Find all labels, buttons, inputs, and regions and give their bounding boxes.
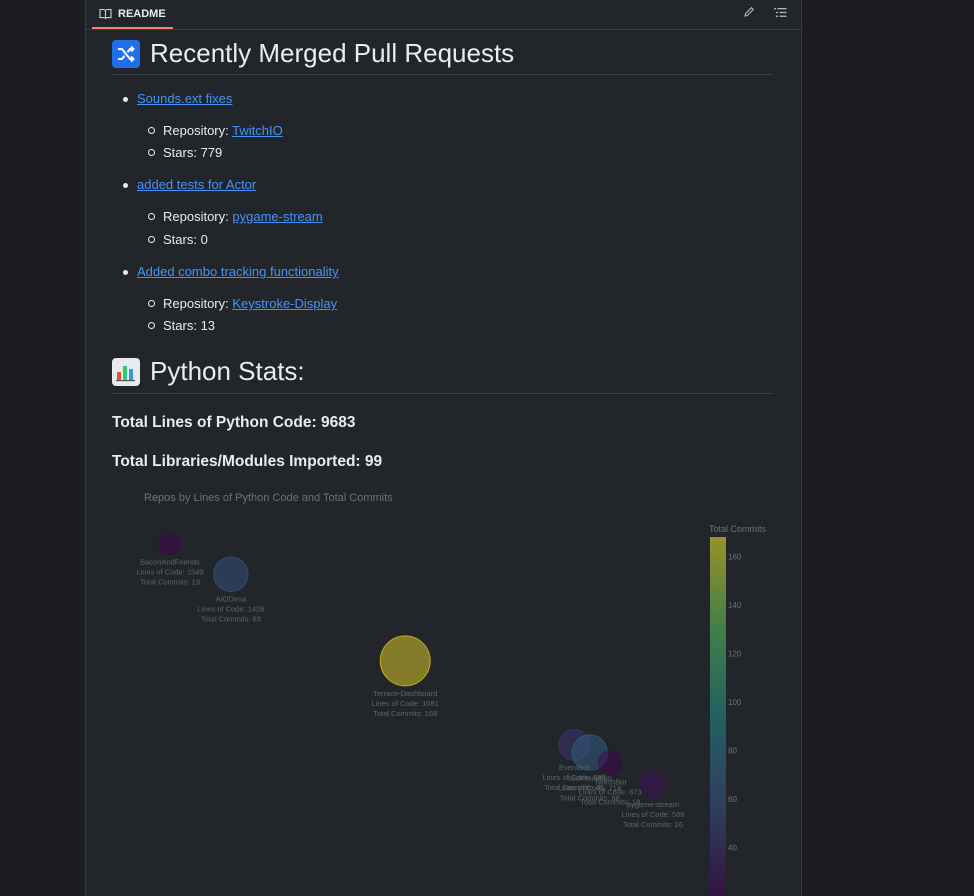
- pr-repo: Repository: pygame-stream: [148, 209, 323, 224]
- stats-heading: Python Stats:: [112, 356, 305, 387]
- pr-item: Added combo tracking functionality: [123, 264, 339, 279]
- readme-tab[interactable]: README: [92, 0, 173, 29]
- stats-heading-text: Python Stats:: [150, 356, 305, 386]
- pr-item: added tests for Actor: [122, 177, 256, 192]
- pr-repo: Repository: TwitchIO: [148, 123, 283, 138]
- total-lines-text: Total Lines of Python Code: 9683: [112, 414, 356, 431]
- outline-button[interactable]: [769, 3, 791, 25]
- pr-stars: Stars: 0: [148, 232, 208, 247]
- prs-divider: [112, 74, 773, 75]
- readme-header: README: [86, 0, 801, 30]
- pr-stars: Stars: 779: [147, 145, 223, 160]
- pr-link[interactable]: added tests for Actor: [137, 177, 256, 192]
- repo-label: Repository:: [163, 209, 229, 224]
- repo-link[interactable]: Keystroke-Display: [232, 296, 337, 311]
- prs-heading: Recently Merged Pull Requests: [112, 38, 514, 69]
- pr-stars: Stars: 13: [147, 318, 216, 333]
- prs-heading-text: Recently Merged Pull Requests: [150, 38, 515, 68]
- total-libs-text: Total Libraries/Modules Imported: 99: [112, 453, 383, 470]
- pr-item: Sounds.ext fixes: [122, 91, 232, 106]
- pr-link[interactable]: Added combo tracking functionality: [137, 264, 339, 279]
- repo-link[interactable]: pygame-stream: [232, 209, 322, 224]
- repo-label: Repository:: [163, 296, 229, 311]
- bar-chart-icon: [112, 357, 140, 386]
- shuffle-icon: [112, 39, 140, 68]
- edit-button[interactable]: [738, 3, 760, 25]
- book-icon: [99, 8, 112, 20]
- pencil-icon: [743, 5, 755, 23]
- stats-divider: [112, 393, 773, 394]
- pr-link[interactable]: Sounds.ext fixes: [137, 91, 232, 106]
- repo-label: Repository:: [163, 123, 229, 138]
- readme-panel: README Recently Merged Pull Requests Sou…: [85, 0, 802, 896]
- readme-tab-label: README: [118, 7, 166, 20]
- pr-repo: Repository: Keystroke-Display: [147, 296, 337, 311]
- repo-link[interactable]: TwitchIO: [232, 123, 283, 138]
- list-icon: [773, 5, 787, 23]
